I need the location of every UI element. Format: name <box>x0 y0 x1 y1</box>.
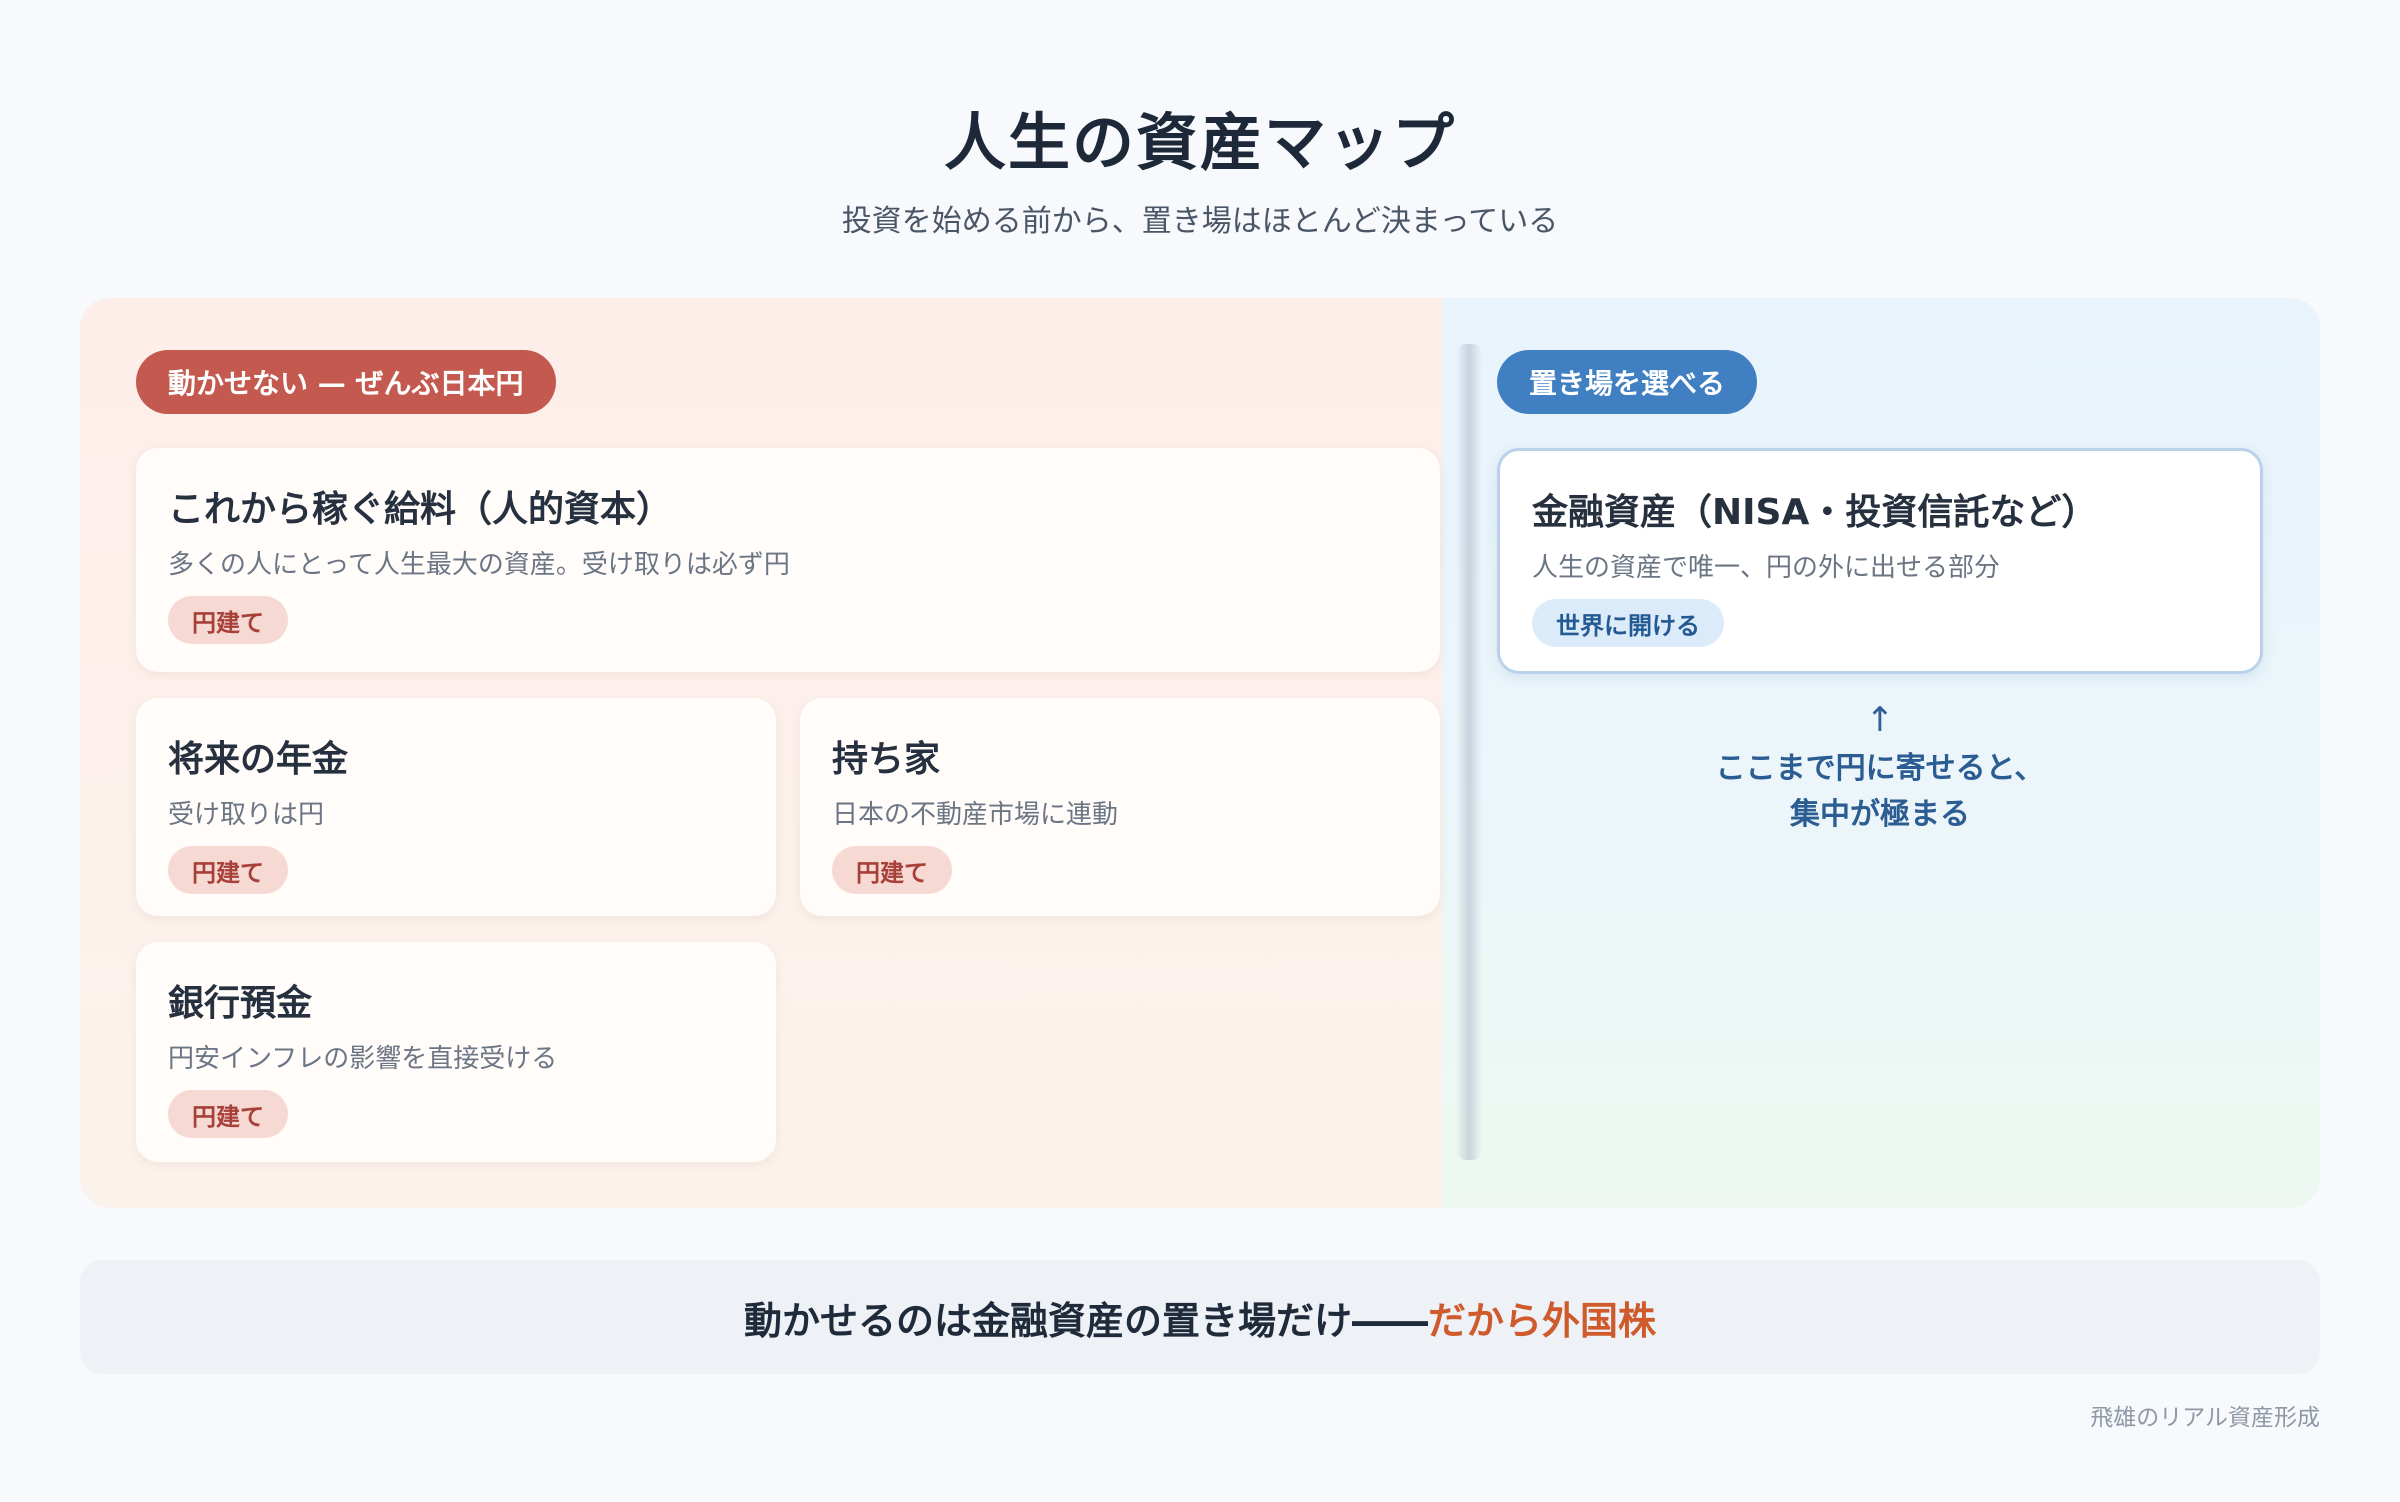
card-pension: 将来の年金 受け取りは円 円建て <box>136 698 776 916</box>
card-bank-deposit: 銀行預金 円安インフレの影響を直接受ける 円建て <box>136 942 776 1162</box>
page-title: 人生の資産マップ <box>943 106 1456 179</box>
card-description: 人生の資産で唯一、円の外に出せる部分 <box>1532 553 2001 583</box>
card-title: これから稼ぐ給料（人的資本） <box>168 489 673 530</box>
card-description: 日本の不動産市場に連動 <box>832 800 1119 830</box>
up-arrow-icon: ↑ <box>1865 700 1895 740</box>
note-line-2: 集中が極まる <box>1790 797 1970 832</box>
card-description: 受け取りは円 <box>168 800 325 830</box>
fixed-yen-zone-label: 動かせない — ぜんぶ日本円 <box>136 350 556 414</box>
conclusion-text: 動かせるのは金融資産の置き場だけ―― <box>743 1298 1428 1343</box>
author-credit: 飛雄のリアル資産形成 <box>2090 1405 2320 1431</box>
yen-denominated-tag: 円建て <box>832 846 952 894</box>
card-description: 多くの人にとって人生最大の資産。受け取りは必ず円 <box>168 550 790 580</box>
conclusion-accent: だから外国株 <box>1428 1298 1657 1343</box>
zone-divider <box>1456 344 1482 1160</box>
card-home: 持ち家 日本の不動産市場に連動 円建て <box>800 698 1440 916</box>
choosable-zone-label: 置き場を選べる <box>1497 350 1758 414</box>
card-financial-assets: 金融資産（NISA・投資信託など） 人生の資産で唯一、円の外に出せる部分 世界に… <box>1497 448 2263 674</box>
card-title: 持ち家 <box>832 739 941 780</box>
yen-denominated-tag: 円建て <box>168 596 288 644</box>
page-subtitle: 投資を始める前から、置き場はほとんど決まっている <box>841 204 1559 239</box>
conclusion-banner: 動かせるのは金融資産の置き場だけ―― だから外国株 <box>80 1260 2320 1374</box>
card-description: 円安インフレの影響を直接受ける <box>168 1044 558 1074</box>
yen-denominated-tag: 円建て <box>168 846 288 894</box>
concentration-note: ここまで円に寄せると、 集中が極まる <box>1497 746 2263 838</box>
card-human-capital: これから稼ぐ給料（人的資本） 多くの人にとって人生最大の資産。受け取りは必ず円 … <box>136 448 1440 672</box>
note-line-1: ここまで円に寄せると、 <box>1715 751 2045 786</box>
yen-denominated-tag: 円建て <box>168 1090 288 1138</box>
card-title: 銀行預金 <box>168 983 313 1024</box>
asset-map-board: 動かせない — ぜんぶ日本円 置き場を選べる これから稼ぐ給料（人的資本） 多く… <box>80 298 2320 1208</box>
page: 人生の資産マップ 投資を始める前から、置き場はほとんど決まっている 動かせない … <box>0 0 2400 1502</box>
global-tag: 世界に開ける <box>1532 599 1724 647</box>
card-title: 金融資産（NISA・投資信託など） <box>1532 492 2098 533</box>
card-title: 将来の年金 <box>168 739 349 780</box>
